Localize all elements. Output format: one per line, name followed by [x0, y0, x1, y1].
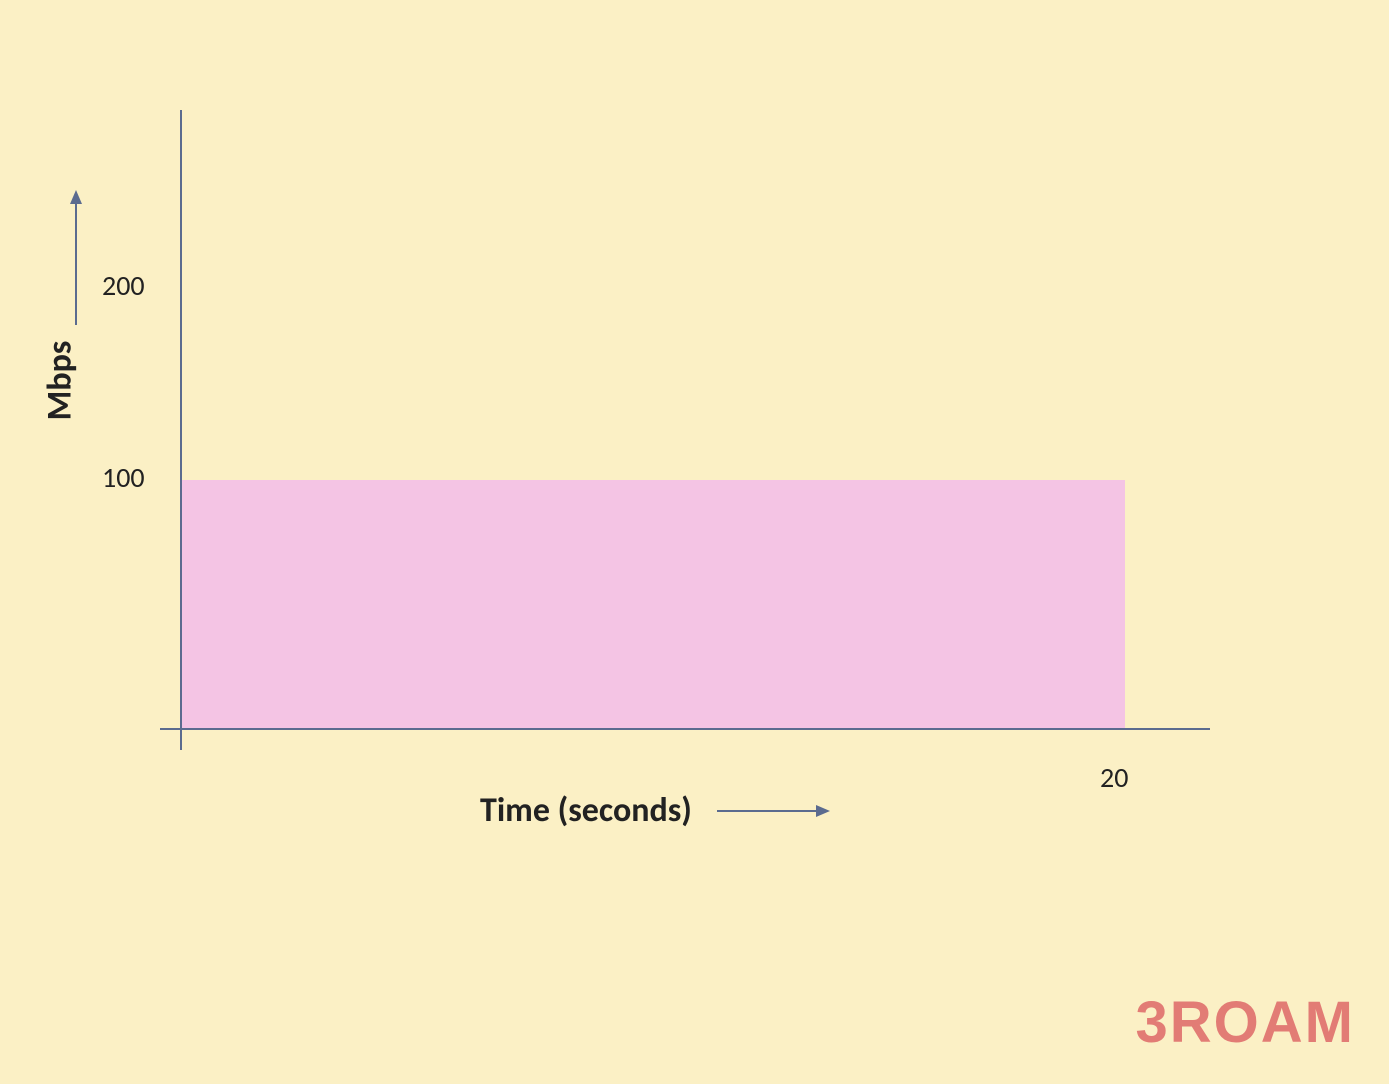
arrow-up-icon [66, 190, 86, 330]
x-axis-label-group: Time (seconds) [480, 790, 832, 831]
x-axis-label: Time (seconds) [480, 790, 692, 831]
x-tick-label: 20 [1100, 760, 1128, 795]
y-tick-label: 100 [102, 460, 145, 495]
y-axis-label-group: Mbps [30, 190, 90, 530]
arrow-right-icon [712, 801, 832, 821]
chart-plot-area: 100 200 20 [180, 110, 1210, 730]
y-tick-label: 200 [102, 268, 145, 303]
x-axis-line [160, 728, 1210, 730]
brand-logo: 3ROAM [1136, 989, 1355, 1056]
area-fill [182, 480, 1125, 728]
